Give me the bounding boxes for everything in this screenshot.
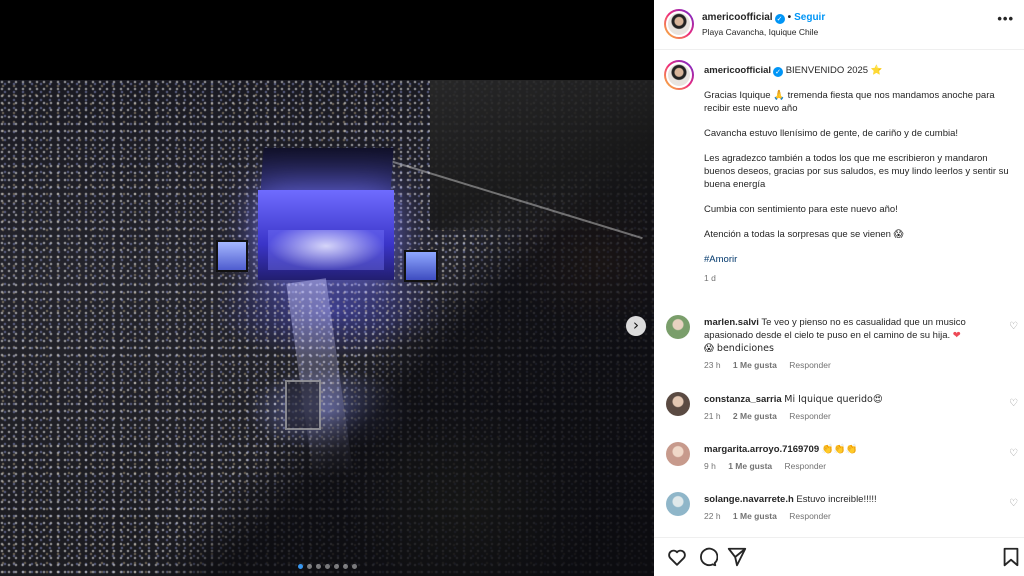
carousel-dot[interactable]: [306, 564, 312, 569]
caption-time: 1 d: [704, 273, 716, 283]
post-side-panel: americoofficial ✓ • Seguir Playa Cavancha, …: [654, 0, 1024, 576]
stage-roof: [260, 148, 394, 193]
comment-text: Mi Iquique querido😍: [784, 394, 883, 405]
heart-icon[interactable]: [666, 546, 688, 568]
comment-meta: 21 h 2 Me gusta Responder: [704, 410, 994, 423]
comment-body: marlen.salvi Te veo y pienso no es casua…: [704, 316, 994, 372]
share-icon[interactable]: [726, 546, 748, 568]
comment-meta: 9 h 1 Me gusta Responder: [704, 460, 994, 473]
carousel-dots: [0, 556, 654, 574]
carousel-dot[interactable]: [315, 564, 321, 569]
comment-time: 21 h: [704, 411, 721, 421]
comment-username[interactable]: constanza_sarria: [704, 394, 782, 405]
comment-time: 22 h: [704, 511, 721, 521]
like-comment-icon[interactable]: ♡: [1009, 321, 1018, 332]
comment-text: Estuvo increible!!!!!: [796, 494, 877, 505]
comment-time: 9 h: [704, 461, 716, 471]
header-separator: •: [787, 12, 792, 23]
comment-likes[interactable]: 1 Me gusta: [728, 461, 772, 471]
comment-username[interactable]: margarita.arroyo.7169709: [704, 444, 819, 455]
comment-meta: 23 h 1 Me gusta Responder: [704, 359, 994, 372]
carousel-dot[interactable]: [351, 564, 357, 569]
comment-likes[interactable]: 1 Me gusta: [733, 511, 777, 521]
carousel-dot[interactable]: [324, 564, 330, 569]
verified-icon: ✓: [774, 14, 785, 24]
carousel-dot[interactable]: [342, 564, 348, 569]
reply-button[interactable]: Responder: [785, 461, 827, 471]
comment-body: solange.navarrete.h Estuvo increible!!!!…: [704, 493, 994, 523]
author-username[interactable]: americoofficial: [702, 12, 773, 23]
caption-title: BIENVENIDO 2025 ⭐: [785, 65, 883, 76]
more-options-icon[interactable]: •••: [997, 11, 1014, 26]
bookmark-icon[interactable]: [1000, 546, 1022, 568]
comment-likes[interactable]: 1 Me gusta: [733, 360, 777, 370]
concert-photo[interactable]: [0, 80, 654, 576]
post-header: americoofficial ✓ • Seguir Playa Cavancha, …: [654, 0, 1024, 50]
caption-paragraph: Atención a todas la sorpresas que se vie…: [704, 229, 904, 240]
reply-button[interactable]: Responder: [789, 411, 831, 421]
comment-username[interactable]: solange.navarrete.h: [704, 494, 794, 505]
post-media: ›: [0, 0, 654, 576]
comment-likes[interactable]: 2 Me gusta: [733, 411, 777, 421]
reply-button[interactable]: Responder: [789, 360, 831, 370]
caption-avatar[interactable]: [664, 60, 694, 90]
comment-text-continued: 😱 bendiciones: [704, 343, 774, 354]
comment-body: constanza_sarria Mi Iquique querido😍 21 …: [704, 393, 994, 423]
commenter-avatar[interactable]: [666, 492, 690, 516]
comment-text: 👏👏👏: [821, 444, 858, 455]
caption-paragraph: Cavancha estuvo llenísimo de gente, de c…: [704, 128, 959, 139]
caption-hashtag[interactable]: #Amorir: [704, 253, 1014, 266]
commenter-avatar[interactable]: [666, 392, 690, 416]
caption-username[interactable]: americoofficial: [704, 65, 771, 76]
caption-paragraph: Les agradezco también a todos los que me…: [704, 153, 1009, 190]
post-action-bar: [654, 537, 1024, 576]
caption-paragraph: Cumbia con sentimiento para este nuevo a…: [704, 204, 898, 215]
caption-paragraph: Gracias Iquique 🙏 tremenda fiesta que no…: [704, 90, 995, 114]
carousel-next-button[interactable]: ›: [626, 316, 646, 336]
follow-button[interactable]: Seguir: [794, 12, 825, 23]
carousel-dot[interactable]: [297, 564, 303, 569]
like-comment-icon[interactable]: ♡: [1009, 498, 1018, 509]
like-comment-icon[interactable]: ♡: [1009, 398, 1018, 409]
stage-lights: [268, 230, 384, 270]
author-line: americoofficial ✓ • Seguir: [702, 12, 825, 24]
verified-icon: ✓: [773, 67, 784, 77]
author-avatar[interactable]: [664, 9, 694, 39]
commenter-avatar[interactable]: [666, 315, 690, 339]
comment-body: margarita.arroyo.7169709 👏👏👏 9 h 1 Me gu…: [704, 443, 994, 473]
sound-tower: [285, 380, 321, 430]
comment-time: 23 h: [704, 360, 721, 370]
like-comment-icon[interactable]: ♡: [1009, 448, 1018, 459]
stage-screen-left: [216, 240, 248, 272]
comment-meta: 22 h 1 Me gusta Responder: [704, 510, 994, 523]
commenter-avatar[interactable]: [666, 442, 690, 466]
carousel-dot[interactable]: [333, 564, 339, 569]
comment-icon[interactable]: [696, 546, 718, 568]
red-heart-emoji: ❤: [952, 330, 961, 341]
caption-body: americoofficial ✓ BIENVENIDO 2025 ⭐ Graci…: [704, 64, 1014, 285]
comment-username[interactable]: marlen.salvi: [704, 317, 759, 328]
post-location[interactable]: Playa Cavancha, Iquique Chile: [702, 27, 818, 37]
stage-screen-right: [404, 250, 438, 282]
reply-button[interactable]: Responder: [789, 511, 831, 521]
